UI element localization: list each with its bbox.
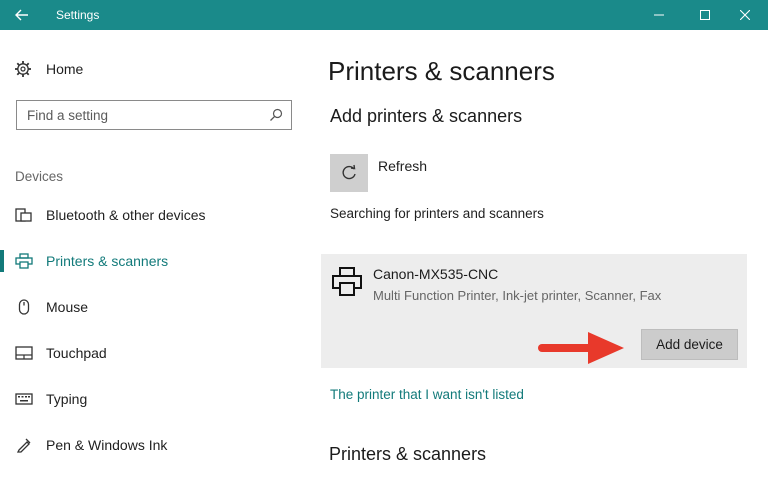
sidebar-item-bluetooth[interactable]: Bluetooth & other devices (0, 200, 312, 230)
sidebar-item-label: Pen & Windows Ink (46, 437, 168, 453)
refresh-icon (342, 164, 356, 180)
device-description: Multi Function Printer, Ink-jet printer,… (373, 288, 662, 303)
title-bar: Settings (0, 0, 768, 30)
sidebar-item-label: Touchpad (46, 345, 107, 361)
refresh-button[interactable] (330, 154, 368, 192)
main-content: Printers & scanners Add printers & scann… (312, 30, 768, 480)
printer-icon (331, 266, 363, 303)
red-arrow-annotation (538, 332, 624, 364)
window-title: Settings (56, 8, 100, 22)
sidebar-item-label: Typing (46, 391, 88, 407)
sidebar-item-pen[interactable]: Pen & Windows Ink (0, 430, 312, 460)
printer-icon (15, 253, 33, 269)
search-input[interactable]: Find a setting (16, 100, 292, 130)
refresh-label[interactable]: Refresh (378, 158, 427, 174)
close-icon (740, 10, 750, 20)
back-button[interactable] (0, 0, 44, 30)
sidebar-item-typing[interactable]: Typing (0, 384, 312, 414)
touchpad-icon (15, 345, 33, 361)
sidebar-item-label: Bluetooth & other devices (46, 207, 206, 223)
home-nav-item[interactable]: Home (14, 60, 83, 78)
back-arrow-icon (15, 9, 28, 21)
printer-not-listed-link[interactable]: The printer that I want isn't listed (330, 387, 524, 402)
page-title: Printers & scanners (328, 56, 555, 86)
printers-list-heading: Printers & scanners (329, 444, 487, 464)
bluetooth-devices-icon (15, 207, 33, 223)
gear-icon (14, 60, 36, 78)
active-indicator (0, 250, 4, 272)
sidebar: Home Find a setting Devices Bluetooth & … (0, 30, 312, 480)
close-button[interactable] (722, 0, 768, 30)
minimize-button[interactable] (636, 0, 682, 30)
search-icon (269, 108, 283, 127)
sidebar-item-label: Mouse (46, 299, 89, 315)
sidebar-item-printers[interactable]: Printers & scanners (0, 246, 312, 276)
search-placeholder: Find a setting (27, 108, 109, 123)
device-card[interactable]: Canon-MX535-CNC Multi Function Printer, … (321, 254, 747, 368)
minimize-icon (654, 14, 664, 16)
sidebar-item-label: Printers & scanners (46, 253, 169, 269)
device-name: Canon-MX535-CNC (373, 266, 499, 282)
pen-icon (15, 437, 33, 453)
add-device-button[interactable]: Add device (641, 329, 738, 360)
sidebar-item-mouse[interactable]: Mouse (0, 292, 312, 322)
maximize-icon (700, 10, 710, 20)
keyboard-icon (15, 391, 33, 407)
mouse-icon (15, 299, 33, 315)
sidebar-item-touchpad[interactable]: Touchpad (0, 338, 312, 368)
searching-status: Searching for printers and scanners (330, 206, 544, 221)
devices-section-label: Devices (15, 169, 64, 184)
add-printers-heading: Add printers & scanners (330, 106, 523, 126)
home-label: Home (46, 61, 84, 77)
